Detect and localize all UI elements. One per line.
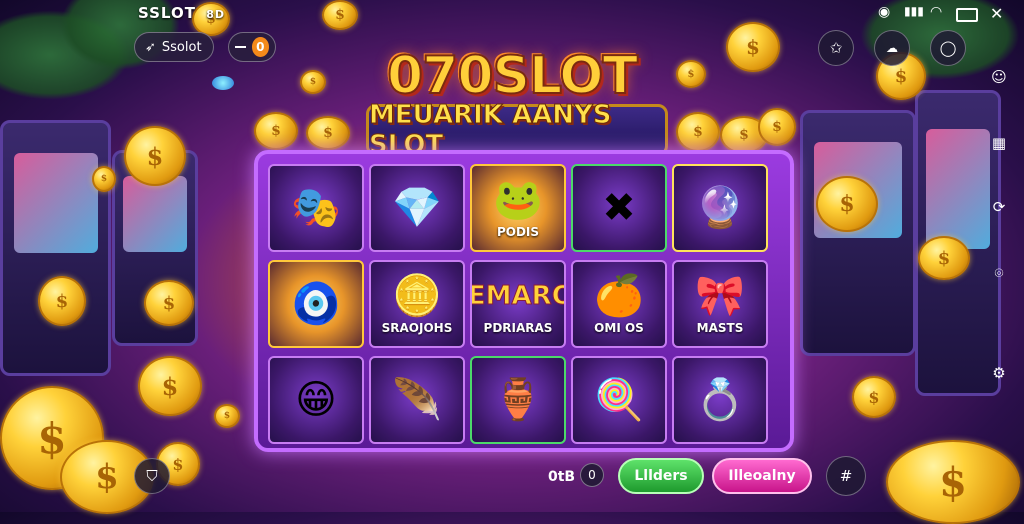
candy-swirl-icon: 🍭 — [594, 377, 644, 423]
reel-cell: ✖ — [571, 164, 667, 252]
gold-amulet-icon: 🧿 — [291, 281, 341, 327]
coin-icon: $ — [676, 112, 720, 152]
subtitle-banner: MEUARIK AANYS SLOT — [366, 100, 668, 161]
grid-menu-icon: # — [839, 467, 853, 485]
coin-icon: $ — [322, 0, 358, 30]
coin-icon: $ — [144, 280, 194, 326]
gold-lamp-icon: 🏺 — [493, 377, 543, 423]
coin-icon: $ — [214, 404, 240, 428]
signal-icon: ▮▮▮ — [904, 4, 924, 18]
settings-icon: ⚙ — [992, 364, 1006, 382]
arcade-machine-left — [0, 120, 111, 376]
coin-icon: $ — [306, 116, 350, 150]
reel-cell: 🍊 OMI OS — [571, 260, 667, 348]
coin-icon: $ — [254, 112, 298, 150]
credit-label: 0tB — [548, 469, 576, 485]
coin-icon: $ — [758, 108, 796, 146]
symbol-caption: SRAOJOHS — [381, 321, 453, 335]
arcade-machine-right — [800, 110, 916, 356]
green-action-button[interactable]: Lllders — [618, 458, 704, 494]
gold-cross-icon: ✖ — [602, 185, 636, 231]
shield-icon: ⛉ — [146, 467, 158, 485]
close-icon[interactable]: ✕ — [990, 4, 1003, 23]
coin-icon: $ — [38, 276, 86, 326]
battery-icon — [956, 8, 978, 22]
side-menu-location[interactable]: ⌾ — [984, 264, 1014, 282]
record-icon: ◉ — [878, 4, 891, 20]
reel-cell: 🔮 — [672, 164, 768, 252]
reel-cell: 💎 — [369, 164, 465, 252]
wifi-icon: ◠ — [930, 4, 943, 20]
reel-cell: 🐸 PODIS — [470, 164, 566, 252]
coin-icon: $ — [918, 236, 970, 280]
side-menu-gallery[interactable]: ▦ — [984, 134, 1014, 152]
green-frog-icon: 🐸 — [493, 177, 543, 223]
coin-icon: $ — [852, 376, 896, 418]
gem-purple-icon: 💎 — [392, 185, 442, 231]
location-icon: ⌾ — [994, 264, 1004, 282]
crystal-icon: 🔮 — [695, 185, 745, 231]
mask-text: MEMAROK — [470, 281, 564, 312]
symbol-caption: PDRIARAS — [483, 321, 553, 335]
refresh-icon: ⟳ — [992, 198, 1006, 216]
reel-cell: 🍭 — [571, 356, 667, 444]
info-button[interactable]: ⛉ — [134, 458, 170, 494]
symbol-caption: OMI OS — [594, 321, 644, 335]
pink-action-button[interactable]: Illeoalny — [712, 458, 812, 494]
reel-cell: MEMAROK PDRIARAS — [470, 260, 566, 348]
side-menu-refresh[interactable]: ⟳ — [984, 198, 1014, 216]
credit-badge[interactable]: 0 — [580, 463, 604, 487]
coin-icon: $ — [816, 176, 878, 232]
gold-bars-icon: 🪙 — [392, 273, 442, 319]
reel-cell: 🏺 — [470, 356, 566, 444]
game-logo: 070SLOT — [386, 45, 639, 107]
purple-ring-icon: 💍 — [695, 377, 745, 423]
brand-logo: SSLOT 8D — [138, 4, 225, 22]
gold-face-icon: 😁 — [295, 377, 337, 423]
reel-cell: 🎭 — [268, 164, 364, 252]
menu-button[interactable]: # — [826, 456, 866, 496]
reel-cell: 🧿 — [268, 260, 364, 348]
symbol-caption: PODIS — [496, 225, 540, 239]
side-menu-settings[interactable]: ⚙ — [984, 364, 1014, 382]
reel-cell: 🎀 MASTS — [672, 260, 768, 348]
coin-icon: $ — [92, 166, 116, 192]
green-bow-icon: 🎀 — [695, 273, 745, 319]
mask-blue-icon: 🎭 — [291, 185, 341, 231]
coin-icon: $ — [138, 356, 202, 416]
blue-feather-icon: 🪶 — [392, 377, 442, 423]
gallery-icon: ▦ — [991, 134, 1007, 152]
orange-orb-icon: 🍊 — [594, 273, 644, 319]
coin-icon: $ — [886, 440, 1020, 524]
reel-cell: 🪶 — [369, 356, 465, 444]
reel-cell: 💍 — [672, 356, 768, 444]
reel-cell: 😁 — [268, 356, 364, 444]
coin-icon: $ — [124, 126, 186, 186]
reel-cell: 🪙 SRAOJOHS — [369, 260, 465, 348]
symbol-caption: MASTS — [696, 321, 744, 335]
